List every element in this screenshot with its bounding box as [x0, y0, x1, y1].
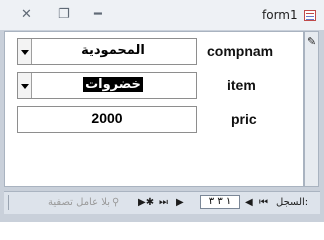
compnam-label: compnam — [207, 43, 274, 59]
last-record-button[interactable]: ⏭ — [159, 196, 168, 209]
pric-value: 2000 — [91, 110, 123, 126]
close-button[interactable]: ✕ — [21, 8, 32, 22]
window-title: form1 — [262, 8, 298, 22]
compnam-combobox[interactable]: المحمودية — [17, 38, 197, 65]
record-label: السجل: — [276, 197, 309, 208]
pric-textbox[interactable]: 2000 — [17, 106, 197, 133]
pric-label: pric — [231, 111, 257, 127]
window-bottom-edge — [0, 214, 324, 222]
record-navigation-bar: السجل: ⏮ ◀ ١ ٣ ٣ ▶ ⏭ ▶✱ ⚲ بلا عامل تصفية — [4, 191, 320, 215]
new-record-button[interactable]: ▶✱ — [138, 196, 154, 209]
record-selector[interactable]: ✎ — [304, 31, 319, 187]
compnam-dropdown-button[interactable] — [18, 39, 32, 64]
item-combobox[interactable]: خضروات — [17, 72, 197, 99]
title-bar: ✕ ❐ ━ form1 — [0, 0, 324, 31]
pencil-icon: ✎ — [307, 35, 317, 48]
filter-status-label[interactable]: بلا عامل تصفية — [24, 196, 110, 209]
first-record-button[interactable]: ⏮ — [259, 196, 268, 209]
compnam-value: المحمودية — [81, 43, 145, 58]
item-value: خضروات — [83, 77, 143, 92]
form-detail-section: المحمودية compnam خضروات item 2000 pric — [4, 31, 304, 187]
item-value-wrapper: خضروات — [34, 77, 192, 92]
minimize-button[interactable]: ━ — [94, 8, 102, 22]
filter-icon: ⚲ — [112, 197, 120, 208]
record-position-input[interactable]: ١ ٣ ٣ — [200, 195, 240, 209]
item-label: item — [227, 77, 256, 93]
previous-record-button[interactable]: ◀ — [245, 196, 253, 209]
restore-button[interactable]: ❐ — [58, 8, 70, 22]
navbar-divider — [8, 195, 9, 210]
item-dropdown-button[interactable] — [18, 73, 32, 98]
next-record-button[interactable]: ▶ — [176, 196, 184, 209]
form-icon — [304, 10, 316, 21]
